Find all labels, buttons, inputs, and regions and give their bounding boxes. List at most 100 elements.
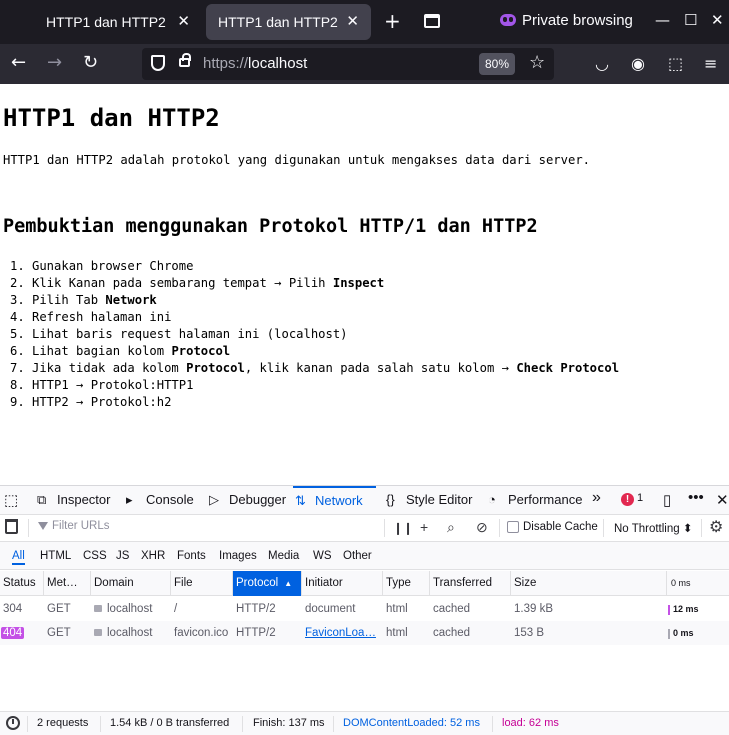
- column-transferred[interactable]: Transferred: [430, 571, 511, 596]
- url-text[interactable]: https://localhost: [203, 55, 307, 72]
- request-count: 2 requests: [37, 717, 89, 729]
- step-text: 1. Gunakan browser Chrome: [10, 259, 194, 273]
- search-icon[interactable]: ⌕: [447, 519, 455, 536]
- close-window-button[interactable]: ✕: [711, 11, 724, 29]
- waterfall-time: 0 ms: [673, 628, 694, 638]
- navigation-bar: ← → ↻ https://localhost 80% ☆ ◡ ◉ ⬚ ≡: [0, 44, 729, 84]
- table-row[interactable]: 404 GET localhost favicon.ico HTTP/2 Fav…: [0, 621, 729, 645]
- settings-gear-icon[interactable]: ⚙: [709, 517, 723, 537]
- minimize-button[interactable]: —: [655, 11, 670, 29]
- throttling-select[interactable]: No Throttling ⬍: [614, 521, 692, 535]
- step-item: 9. HTTP2 → Protokol:h2: [10, 394, 619, 411]
- menu-hamburger-icon[interactable]: ≡: [704, 54, 717, 73]
- network-summary-bar: 2 requests 1.54 kB / 0 B transferred Fin…: [0, 711, 729, 735]
- column-initiator[interactable]: Initiator: [302, 571, 383, 596]
- step-text: 9. HTTP2 → Protokol:h2: [10, 395, 172, 409]
- devtools-menu-icon[interactable]: •••: [688, 489, 704, 506]
- column-status[interactable]: Status: [0, 571, 44, 596]
- waterfall-time: 12 ms: [673, 604, 699, 614]
- filter-js[interactable]: JS: [116, 550, 129, 562]
- filter-urls-input[interactable]: [52, 520, 377, 532]
- column-type[interactable]: Type: [383, 571, 430, 596]
- step-keyword: Inspect: [332, 276, 385, 290]
- tab-performance[interactable]: ◔ Performance: [486, 486, 582, 515]
- pocket-icon[interactable]: ◡: [595, 54, 609, 73]
- more-tools-chevron-icon[interactable]: »: [592, 489, 601, 507]
- step-item: 8. HTTP1 → Protokol:HTTP1: [10, 377, 619, 394]
- list-all-tabs-icon[interactable]: [424, 14, 440, 28]
- devtools-toolbar: ⬚ ⧉ Inspector ▸ Console ▷ Debugger ⇅ Network…: [0, 485, 729, 515]
- lock-icon: [94, 605, 102, 612]
- block-requests-icon[interactable]: ⊘: [476, 519, 488, 536]
- forward-arrow-icon[interactable]: →: [47, 53, 62, 73]
- tab-inspector[interactable]: ⧉ Inspector: [35, 486, 110, 515]
- filter-css[interactable]: CSS: [83, 550, 107, 562]
- add-request-plus-icon[interactable]: +: [420, 519, 428, 535]
- back-arrow-icon[interactable]: ←: [11, 53, 26, 73]
- browser-tab-active[interactable]: HTTP1 dan HTTP2 ✕: [206, 4, 371, 40]
- step-text: 6. Lihat bagian kolom: [10, 344, 172, 358]
- tab-debugger[interactable]: ▷ Debugger: [207, 486, 286, 515]
- performance-icon: ◔: [488, 492, 496, 507]
- disable-cache-toggle[interactable]: Disable Cache: [507, 521, 598, 533]
- initiator-link[interactable]: FaviconLoa…: [305, 627, 376, 639]
- account-icon[interactable]: ◉: [631, 54, 645, 73]
- step-keyword: Check Protocol: [516, 361, 620, 375]
- step-keyword: Protocol: [171, 344, 231, 358]
- filter-media[interactable]: Media: [268, 550, 299, 562]
- network-filter-bar: ❙❙ + ⌕ ⊘ Disable Cache No Throttling ⬍ ⚙: [0, 515, 729, 542]
- reload-icon[interactable]: ↻: [83, 53, 98, 73]
- domcontentloaded-time: DOMContentLoaded: 52 ms: [343, 717, 480, 729]
- divider: [27, 716, 28, 732]
- domain-text: localhost: [107, 627, 153, 639]
- address-bar[interactable]: https://localhost 80% ☆: [142, 48, 554, 80]
- intro-paragraph: HTTP1 dan HTTP2 adalah protokol yang dig…: [3, 153, 590, 167]
- step-item: 1. Gunakan browser Chrome: [10, 258, 619, 275]
- filter-ws[interactable]: WS: [313, 550, 332, 562]
- close-tab-icon[interactable]: ✕: [177, 12, 190, 30]
- column-waterfall[interactable]: 0 ms: [667, 571, 729, 596]
- tab-console[interactable]: ▸ Console: [124, 486, 194, 515]
- clear-trash-icon[interactable]: [5, 519, 18, 534]
- dock-side-icon[interactable]: ▯: [663, 491, 671, 509]
- row-size: 153 B: [514, 627, 545, 639]
- element-picker-icon[interactable]: ⬚: [4, 491, 18, 509]
- filter-all[interactable]: All: [12, 550, 25, 565]
- tab-title: HTTP1 dan HTTP2: [218, 14, 338, 30]
- divider: [242, 716, 243, 732]
- filter-fonts[interactable]: Fonts: [177, 550, 206, 562]
- lock-icon[interactable]: [179, 53, 191, 67]
- column-method[interactable]: Met…: [44, 571, 91, 596]
- column-file[interactable]: File: [171, 571, 233, 596]
- performance-analysis-clock-icon[interactable]: [6, 716, 20, 730]
- filter-images[interactable]: Images: [219, 550, 257, 562]
- disable-cache-checkbox[interactable]: [507, 521, 519, 533]
- filter-html[interactable]: HTML: [40, 550, 71, 562]
- row-protocol: HTTP/2: [236, 603, 276, 615]
- column-domain[interactable]: Domain: [91, 571, 171, 596]
- column-size[interactable]: Size: [511, 571, 667, 596]
- browser-tab[interactable]: HTTP1 dan HTTP2 ✕: [34, 4, 202, 40]
- filter-other[interactable]: Other: [343, 550, 372, 562]
- zoom-level-badge[interactable]: 80%: [479, 53, 515, 75]
- bookmark-star-icon[interactable]: ☆: [529, 52, 545, 73]
- close-tab-icon[interactable]: ✕: [346, 12, 359, 30]
- table-row[interactable]: 304 GET localhost / HTTP/2 document html…: [0, 597, 729, 621]
- load-time: load: 62 ms: [502, 717, 559, 729]
- extensions-icon[interactable]: ⬚: [668, 54, 683, 73]
- tracking-protection-shield-icon[interactable]: [151, 55, 165, 71]
- error-icon[interactable]: !: [621, 493, 634, 506]
- filter-xhr[interactable]: XHR: [141, 550, 165, 562]
- divider: [603, 519, 604, 537]
- row-initiator: document: [305, 603, 356, 615]
- tab-bar: HTTP1 dan HTTP2 ✕ HTTP1 dan HTTP2 ✕ + Pr…: [0, 0, 729, 44]
- tab-network[interactable]: ⇅ Network: [293, 486, 376, 515]
- close-devtools-icon[interactable]: ✕: [716, 491, 729, 509]
- new-tab-button[interactable]: +: [384, 10, 401, 32]
- column-protocol[interactable]: Protocol ▲: [233, 571, 302, 596]
- tab-style-editor[interactable]: {} Style Editor: [384, 486, 472, 515]
- row-transferred: cached: [433, 603, 471, 615]
- pause-icon[interactable]: ❙❙: [393, 521, 413, 535]
- tab-label: Debugger: [229, 492, 287, 507]
- maximize-button[interactable]: ☐: [684, 11, 697, 29]
